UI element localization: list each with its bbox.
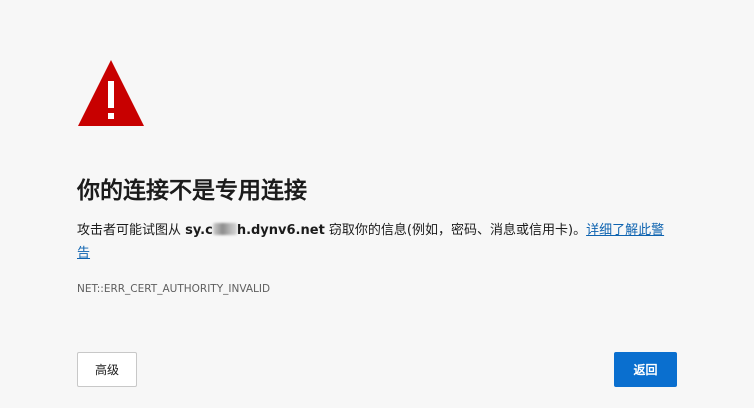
error-code: NET::ERR_CERT_AUTHORITY_INVALID — [77, 283, 271, 295]
message-suffix: 窃取你的信息(例如，密码、消息或信用卡)。 — [324, 223, 587, 238]
message-prefix: 攻击者可能试图从 — [77, 223, 186, 238]
page-title: 你的连接不是专用连接 — [77, 178, 307, 204]
host-name: sy.c h.dynv6.net — [185, 223, 325, 238]
certificate-error-page: 你的连接不是专用连接 攻击者可能试图从 sy.c h.dynv6.net 窃取你的… — [0, 0, 754, 408]
redacted-blur — [212, 223, 237, 235]
error-message: 攻击者可能试图从 sy.c h.dynv6.net 窃取你的信息(例如，密码、消息… — [77, 219, 677, 265]
back-button[interactable]: 返回 — [614, 352, 677, 387]
advanced-button[interactable]: 高级 — [77, 352, 137, 387]
host-start: sy.c — [185, 223, 213, 238]
warning-triangle-icon — [78, 60, 144, 126]
host-end: h.dynv6.net — [236, 223, 325, 238]
